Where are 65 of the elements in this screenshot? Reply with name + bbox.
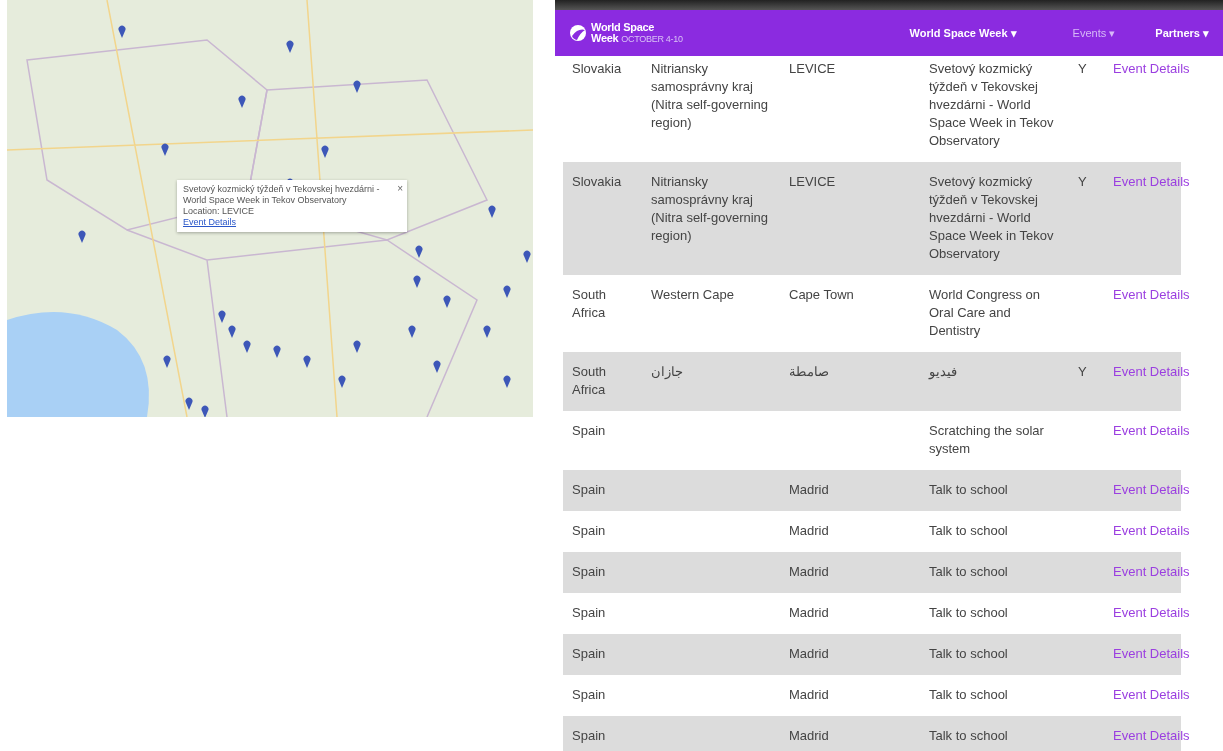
country-cell: Slovakia (572, 174, 622, 189)
event-cell: Talk to school (929, 687, 1008, 702)
city-cell: Madrid (789, 687, 829, 702)
country-cell: Spain (572, 523, 606, 538)
event-cell: Scratching the solar system (929, 423, 1044, 456)
event-details-link[interactable]: Event Details (1113, 687, 1190, 702)
event-details-link[interactable]: Event Details (1113, 61, 1190, 76)
close-button[interactable]: × (397, 183, 403, 194)
event-details-link[interactable]: Event Details (1113, 423, 1190, 438)
event-cell: Talk to school (929, 564, 1008, 579)
country-cell: Spain (572, 728, 606, 743)
nav-link[interactable]: Partners ▾ (1155, 24, 1209, 42)
nav-link[interactable]: World Space Week ▾ (909, 24, 1017, 42)
region-cell: جازان (651, 364, 683, 379)
event-details-link[interactable]: Event Details (1113, 174, 1190, 189)
popup-location: Location: LEVICE (183, 206, 256, 217)
event-cell: Talk to school (929, 482, 1008, 497)
city-cell: LEVICE (789, 174, 836, 189)
region-cell: Nitriansky samosprávny kraj (Nitra self-governing region) (651, 174, 769, 243)
country-cell: Spain (572, 423, 606, 438)
event-cell: Svetový kozmický týždeň v Tekovskej hvezdárni - World Space Week in Tekov Observatory (929, 174, 1054, 261)
event-cell: Talk to school (929, 646, 1008, 661)
country-cell: South Africa (572, 364, 606, 397)
country-cell: Spain (572, 605, 606, 620)
popup-link[interactable]: Event Details (183, 217, 237, 228)
country-cell: Spain (572, 687, 606, 702)
city-cell: Madrid (789, 523, 829, 538)
event-cell: Talk to school (929, 523, 1008, 538)
region-cell: Nitriansky samosprávny kraj (Nitra self-governing region) (651, 61, 769, 130)
city-cell: Cape Town (789, 287, 854, 302)
event-details-link[interactable]: Event Details (1113, 482, 1190, 497)
city-cell: Madrid (789, 564, 829, 579)
city-cell: Madrid (789, 482, 829, 497)
event-details-link[interactable]: Event Details (1113, 523, 1190, 538)
event-cell: World Congress on Oral Care and Dentistry (929, 287, 1041, 338)
event-details-link[interactable]: Event Details (1113, 605, 1190, 620)
event-details-link[interactable]: Event Details (1113, 728, 1190, 743)
logo-subtitle: OCTOBER 4-10 (621, 33, 683, 45)
country-cell: Spain (572, 564, 606, 579)
event-details-link[interactable]: Event Details (1113, 287, 1190, 302)
logo-title: World Space (591, 21, 656, 33)
flag-cell: Y (1078, 364, 1087, 379)
event-details-link[interactable]: Event Details (1113, 646, 1190, 661)
event-details-link[interactable]: Event Details (1113, 364, 1190, 379)
nav-link[interactable]: Events ▾ (1072, 24, 1116, 42)
flag-cell: Y (1078, 174, 1087, 189)
country-cell: Spain (572, 482, 606, 497)
city-cell: Madrid (789, 605, 829, 620)
event-cell: Talk to school (929, 728, 1008, 743)
city-cell: LEVICE (789, 61, 836, 76)
city-cell: Madrid (789, 646, 829, 661)
flag-cell: Y (1078, 61, 1087, 76)
city-cell: صامطة (789, 364, 829, 379)
city-cell: Madrid (789, 728, 829, 743)
country-cell: South Africa (572, 287, 606, 320)
logo-icon (569, 24, 587, 42)
logo-title: Week (591, 32, 619, 44)
country-cell: Slovakia (572, 61, 622, 76)
country-cell: Spain (572, 646, 606, 661)
popup-title: Svetový kozmický týždeň v Tekovskej hvezdárni - World Space Week in Tekov Observatory (183, 184, 381, 206)
event-details-link[interactable]: Event Details (1113, 564, 1190, 579)
event-cell: Talk to school (929, 605, 1008, 620)
event-cell: Svetový kozmický týždeň v Tekovskej hvezdárni - World Space Week in Tekov Observatory (929, 61, 1054, 148)
region-cell: Western Cape (651, 287, 734, 302)
event-cell: فيديو (929, 364, 957, 379)
